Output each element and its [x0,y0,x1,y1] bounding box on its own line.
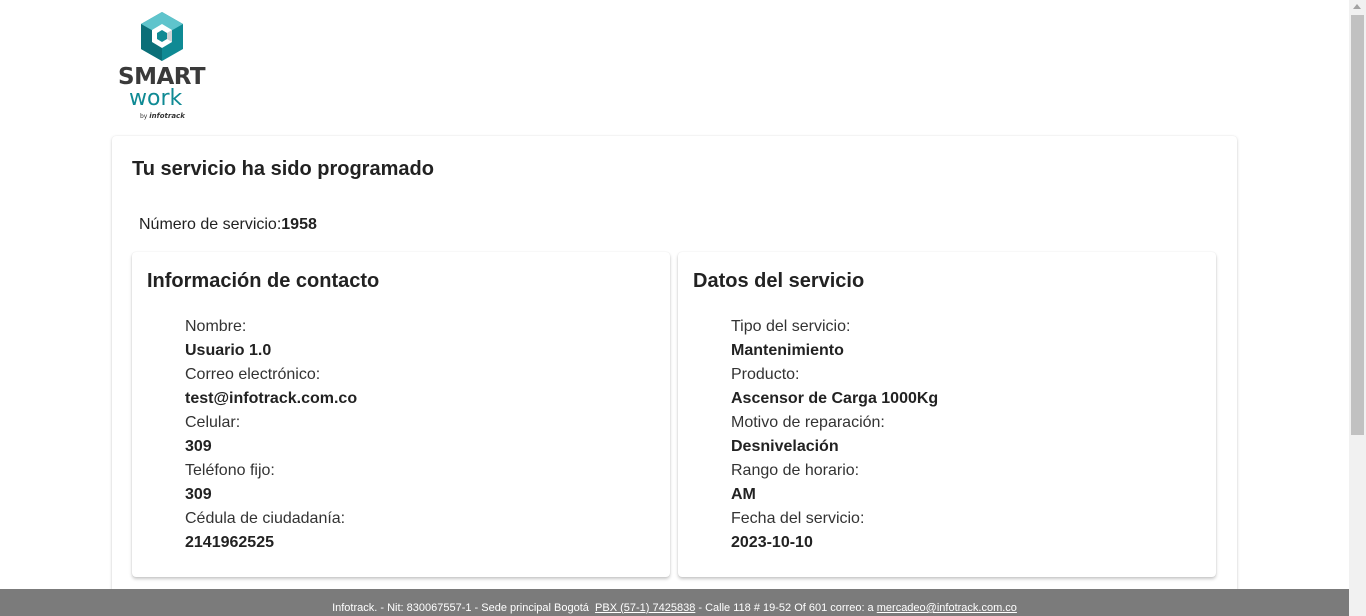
service-date-label: Fecha del servicio: [731,510,865,527]
service-type-label: Tipo del servicio: [731,318,851,335]
service-number-value: 1958 [281,216,317,233]
vertical-scrollbar[interactable] [1349,0,1366,616]
footer-company-text: Infotrack. - Nit: 830067557-1 - Sede pri… [332,602,589,614]
footer: Infotrack. - Nit: 830067557-1 - Sede pri… [0,589,1349,616]
confirmation-card: Tu servicio ha sido programado Número de… [112,136,1237,606]
footer-address-text: - Calle 118 # 19-52 Of 601 correo: a [698,602,874,614]
scroll-up-arrow-icon[interactable] [1353,4,1361,9]
contact-fields: Nombre: Usuario 1.0 Correo electrónico: … [185,315,357,555]
contact-info-title: Información de contacto [147,270,380,292]
smartwork-logo: SMART work by infotrack [118,12,208,122]
logo-by-name: infotrack [149,112,185,120]
contact-name-value: Usuario 1.0 [185,342,272,359]
service-number: Número de servicio:1958 [139,216,317,234]
service-number-label: Número de servicio: [139,216,282,233]
service-data-title: Datos del servicio [693,270,865,292]
time-range-value: AM [731,486,756,503]
contact-mobile-label: Celular: [185,414,241,431]
contact-mobile-value: 309 [185,438,212,455]
product-label: Producto: [731,366,800,383]
logo-by-prefix: by [140,113,148,120]
logo-text-work: work [129,86,183,111]
time-range-label: Rango de horario: [731,462,860,479]
service-data-card: Datos del servicio Tipo del servicio: Ma… [678,252,1216,577]
contact-id-value: 2141962525 [185,534,274,551]
product-value: Ascensor de Carga 1000Kg [731,390,939,407]
service-date-value: 2023-10-10 [731,534,813,551]
logo-byline: by infotrack [140,112,185,120]
contact-id-label: Cédula de ciudadanía: [185,510,346,527]
footer-phone-link[interactable]: PBX (57-1) 7425838 [595,602,695,614]
repair-reason-value: Desnivelación [731,438,839,455]
contact-name-label: Nombre: [185,318,247,335]
repair-reason-label: Motivo de reparación: [731,414,885,431]
page: SMART work by infotrack Tu servicio ha s… [0,0,1349,616]
page-title: Tu servicio ha sido programado [132,158,434,180]
contact-info-card: Información de contacto Nombre: Usuario … [132,252,670,577]
contact-phone-label: Teléfono fijo: [185,462,275,479]
contact-email-label: Correo electrónico: [185,366,321,383]
service-type-value: Mantenimiento [731,342,844,359]
service-fields: Tipo del servicio: Mantenimiento Product… [731,315,938,555]
contact-phone-value: 309 [185,486,212,503]
contact-email-value: test@infotrack.com.co [185,390,358,407]
smartwork-logo-icon [141,12,183,61]
scrollbar-thumb[interactable] [1351,15,1364,435]
footer-email-link[interactable]: mercadeo@infotrack.com.co [877,602,1017,614]
